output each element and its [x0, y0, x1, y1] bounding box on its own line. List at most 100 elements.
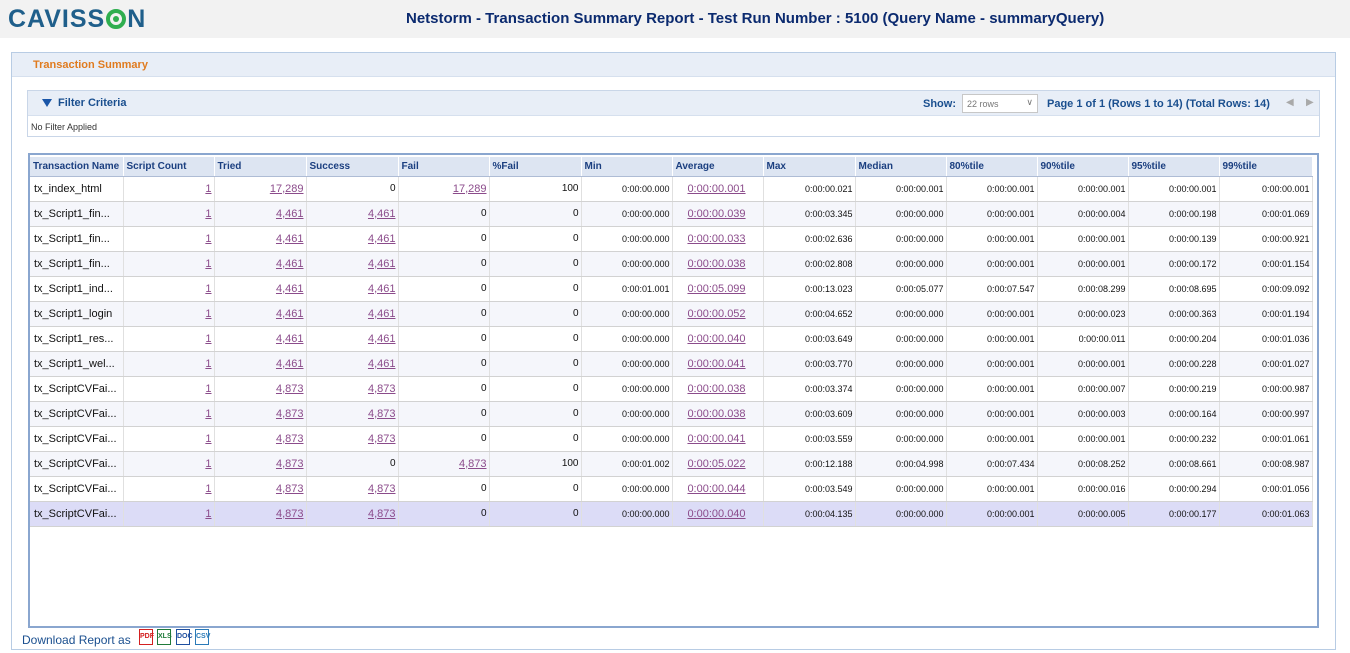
word-download-icon[interactable]: DOC	[176, 629, 193, 645]
column-header[interactable]: Success	[306, 157, 399, 177]
drilldown-link[interactable]: 4,873	[276, 458, 304, 470]
drilldown-link[interactable]: 4,873	[368, 383, 396, 395]
column-header[interactable]: Script Count	[123, 157, 215, 177]
drilldown-link[interactable]: 4,461	[276, 233, 304, 245]
drilldown-link[interactable]: 4,461	[276, 333, 304, 345]
drilldown-link[interactable]: 1	[205, 433, 211, 445]
drilldown-link[interactable]: 4,461	[368, 333, 396, 345]
column-header[interactable]: Fail	[398, 157, 490, 177]
column-header[interactable]: Tried	[214, 157, 307, 177]
csv-download-icon[interactable]: CSV	[195, 629, 210, 645]
drilldown-link[interactable]: 0:00:00.052	[687, 308, 745, 320]
drilldown-link[interactable]: 17,289	[270, 183, 304, 195]
drilldown-link[interactable]: 4,461	[368, 308, 396, 320]
table-row[interactable]: tx_ScriptCVFai... 1 4,873 0 4,873 100 0:00:01.…	[30, 451, 1313, 477]
drilldown-link[interactable]: 4,461	[276, 358, 304, 370]
drilldown-link[interactable]: 1	[205, 408, 211, 420]
column-header[interactable]: 99%tile	[1219, 157, 1313, 177]
drilldown-link[interactable]: 0:00:00.033	[687, 233, 745, 245]
column-header[interactable]: 80%tile	[946, 157, 1038, 177]
column-header[interactable]: Median	[855, 157, 947, 177]
drilldown-link[interactable]: 0:00:05.099	[687, 283, 745, 295]
drilldown-link[interactable]: 0:00:00.038	[687, 258, 745, 270]
column-header[interactable]: Min	[581, 157, 673, 177]
drilldown-link[interactable]: 1	[205, 383, 211, 395]
drilldown-link[interactable]: 4,461	[368, 208, 396, 220]
drilldown-link[interactable]: 4,873	[276, 408, 304, 420]
filter-criteria-header[interactable]: Filter Criteria Show: 22 rows ∨ Page 1 o…	[28, 91, 1319, 116]
drilldown-link[interactable]: 4,873	[459, 458, 487, 470]
drilldown-link[interactable]: 0:00:00.040	[687, 508, 745, 520]
table-row[interactable]: tx_Script1_wel... 1 4,461 4,461 0 0 0:00:00.00…	[30, 351, 1313, 377]
drilldown-link[interactable]: 4,461	[368, 258, 396, 270]
table-cell: 0:00:00.033	[672, 226, 764, 252]
drilldown-link[interactable]: 4,873	[368, 408, 396, 420]
drilldown-link[interactable]: 1	[205, 358, 211, 370]
collapse-triangle-icon[interactable]	[42, 99, 52, 107]
prev-page-icon[interactable]: ◀	[1286, 97, 1294, 108]
drilldown-link[interactable]: 4,873	[276, 433, 304, 445]
column-header[interactable]: Transaction Name	[30, 157, 124, 177]
drilldown-link[interactable]: 1	[205, 458, 211, 470]
drilldown-link[interactable]: 4,461	[368, 283, 396, 295]
drilldown-link[interactable]: 4,461	[276, 258, 304, 270]
drilldown-link[interactable]: 1	[205, 208, 211, 220]
table-row[interactable]: tx_Script1_ind... 1 4,461 4,461 0 0 0:00:01.00…	[30, 276, 1313, 302]
drilldown-link[interactable]: 1	[205, 183, 211, 195]
table-row[interactable]: tx_Script1_login 1 4,461 4,461 0 0 0:00:00.000…	[30, 301, 1313, 327]
pdf-download-icon[interactable]: PDF	[139, 629, 154, 645]
drilldown-link[interactable]: 1	[205, 308, 211, 320]
drilldown-link[interactable]: 4,461	[276, 208, 304, 220]
drilldown-link[interactable]: 4,873	[276, 483, 304, 495]
column-header[interactable]: Max	[763, 157, 856, 177]
table-cell: 0	[398, 201, 490, 227]
drilldown-link[interactable]: 1	[205, 508, 211, 520]
table-row[interactable]: tx_ScriptCVFai... 1 4,873 4,873 0 0 0:00:00.00…	[30, 501, 1313, 527]
drilldown-link[interactable]: 1	[205, 233, 211, 245]
drilldown-link[interactable]: 1	[205, 483, 211, 495]
drilldown-link[interactable]: 4,873	[368, 508, 396, 520]
table-row[interactable]: tx_Script1_res... 1 4,461 4,461 0 0 0:00:00.00…	[30, 326, 1313, 352]
drilldown-link[interactable]: 4,461	[368, 233, 396, 245]
table-cell: tx_Script1_res...	[30, 326, 124, 352]
drilldown-link[interactable]: 0:00:00.039	[687, 208, 745, 220]
column-header[interactable]: 90%tile	[1037, 157, 1129, 177]
drilldown-link[interactable]: 4,873	[368, 433, 396, 445]
drilldown-link[interactable]: 0:00:05.022	[687, 458, 745, 470]
drilldown-link[interactable]: 1	[205, 283, 211, 295]
transaction-table-container[interactable]: Transaction Name Script Count Tried Success…	[28, 153, 1319, 628]
drilldown-link[interactable]: 1	[205, 333, 211, 345]
drilldown-link[interactable]: 4,461	[368, 358, 396, 370]
table-row[interactable]: tx_ScriptCVFai... 1 4,873 4,873 0 0 0:00:00.00…	[30, 376, 1313, 402]
column-header[interactable]: %Fail	[489, 157, 582, 177]
next-page-icon[interactable]: ▶	[1306, 97, 1314, 108]
drilldown-link[interactable]: 1	[205, 258, 211, 270]
drilldown-link[interactable]: 17,289	[453, 183, 487, 195]
drilldown-link[interactable]: 4,461	[276, 308, 304, 320]
drilldown-link[interactable]: 0:00:00.038	[687, 383, 745, 395]
drilldown-link[interactable]: 4,873	[276, 383, 304, 395]
excel-download-icon[interactable]: XLS	[157, 629, 172, 645]
table-row[interactable]: tx_ScriptCVFai... 1 4,873 4,873 0 0 0:00:00.00…	[30, 476, 1313, 502]
drilldown-link[interactable]: 4,461	[276, 283, 304, 295]
table-row[interactable]: tx_ScriptCVFai... 1 4,873 4,873 0 0 0:00:00.00…	[30, 401, 1313, 427]
table-cell: 0:00:00.177	[1128, 501, 1220, 527]
table-row[interactable]: tx_ScriptCVFai... 1 4,873 4,873 0 0 0:00:00.00…	[30, 426, 1313, 452]
column-header[interactable]: 95%tile	[1128, 157, 1220, 177]
drilldown-link[interactable]: 4,873	[276, 508, 304, 520]
drilldown-link[interactable]: 0:00:00.041	[687, 358, 745, 370]
rows-per-page-select[interactable]: 22 rows ∨	[962, 94, 1038, 113]
drilldown-link[interactable]: 4,873	[368, 483, 396, 495]
filter-criteria-label[interactable]: Filter Criteria	[58, 97, 126, 109]
table-row[interactable]: tx_Script1_fin... 1 4,461 4,461 0 0 0:00:00.00…	[30, 251, 1313, 277]
table-cell: 0:00:00.000	[855, 476, 947, 502]
column-header[interactable]: Average	[672, 157, 764, 177]
table-row[interactable]: tx_Script1_fin... 1 4,461 4,461 0 0 0:00:00.00…	[30, 201, 1313, 227]
drilldown-link[interactable]: 0:00:00.001	[687, 183, 745, 195]
table-row[interactable]: tx_Script1_fin... 1 4,461 4,461 0 0 0:00:00.00…	[30, 226, 1313, 252]
drilldown-link[interactable]: 0:00:00.040	[687, 333, 745, 345]
table-row[interactable]: tx_index_html 1 17,289 0 17,289 100 0:00:00.00…	[30, 176, 1313, 202]
drilldown-link[interactable]: 0:00:00.041	[687, 433, 745, 445]
drilldown-link[interactable]: 0:00:00.038	[687, 408, 745, 420]
drilldown-link[interactable]: 0:00:00.044	[687, 483, 745, 495]
